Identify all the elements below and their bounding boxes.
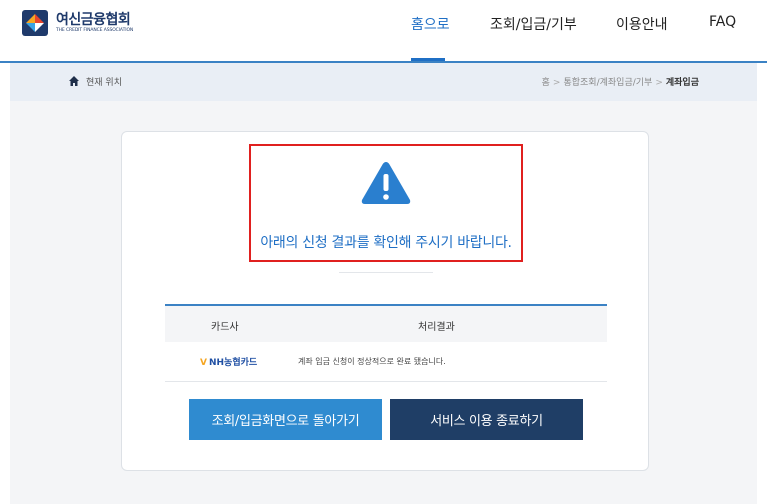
- breadcrumb-current: 계좌입금: [665, 78, 699, 88]
- result-text: 계좌 입금 신청이 정상적으로 완료 됐습니다.: [298, 357, 446, 366]
- alert-message: 아래의 신청 결과를 확인해 주시기 바랍니다.: [260, 235, 512, 251]
- nav-faq[interactable]: FAQ: [709, 14, 736, 30]
- end-service-button[interactable]: 서비스 이용 종료하기: [390, 399, 583, 440]
- column-header-result: 처리결과: [418, 322, 455, 333]
- breadcrumb-path: 홈 > 통합조회/계좌입금/기부 > 계좌입금: [541, 78, 699, 88]
- table-row: V NH농협카드 계좌 입금 신청이 정상적으로 완료 됐습니다.: [165, 342, 607, 382]
- breadcrumb-here-label: 현재 위치: [86, 78, 122, 88]
- result-card: 아래의 신청 결과를 확인해 주시기 바랍니다. 카드사 처리결과 V NH농협카…: [121, 131, 649, 471]
- back-to-inquiry-button[interactable]: 조회/입금화면으로 돌아가기: [189, 399, 382, 440]
- breadcrumb-inquiry[interactable]: 통합조회/계좌입금/기부: [563, 78, 652, 88]
- nh-card-logo: V NH농협카드: [200, 355, 257, 368]
- site-header: 여신금융협회 THE CREDIT FINANCE ASSOCIATION 홈으…: [0, 0, 767, 63]
- card-company-name: NH농협카드: [208, 358, 258, 368]
- warning-icon: [361, 162, 411, 204]
- section-divider: [339, 272, 433, 273]
- nh-v-icon: V: [200, 358, 207, 368]
- main-nav: 홈으로 조회/입금/기부 이용안내 FAQ: [0, 14, 767, 34]
- home-icon: [69, 76, 79, 86]
- alert-box: 아래의 신청 결과를 확인해 주시기 바랍니다.: [249, 144, 523, 262]
- nav-guide[interactable]: 이용안내: [616, 14, 668, 34]
- nav-home[interactable]: 홈으로: [411, 14, 450, 34]
- column-header-card-company: 카드사: [211, 322, 239, 333]
- breadcrumb-home[interactable]: 홈: [542, 78, 550, 88]
- nav-inquiry-deposit-donate[interactable]: 조회/입금/기부: [490, 14, 577, 34]
- table-header: 카드사 처리결과: [165, 306, 607, 342]
- breadcrumb: 현재 위치 홈 > 통합조회/계좌입금/기부 > 계좌입금: [10, 63, 757, 101]
